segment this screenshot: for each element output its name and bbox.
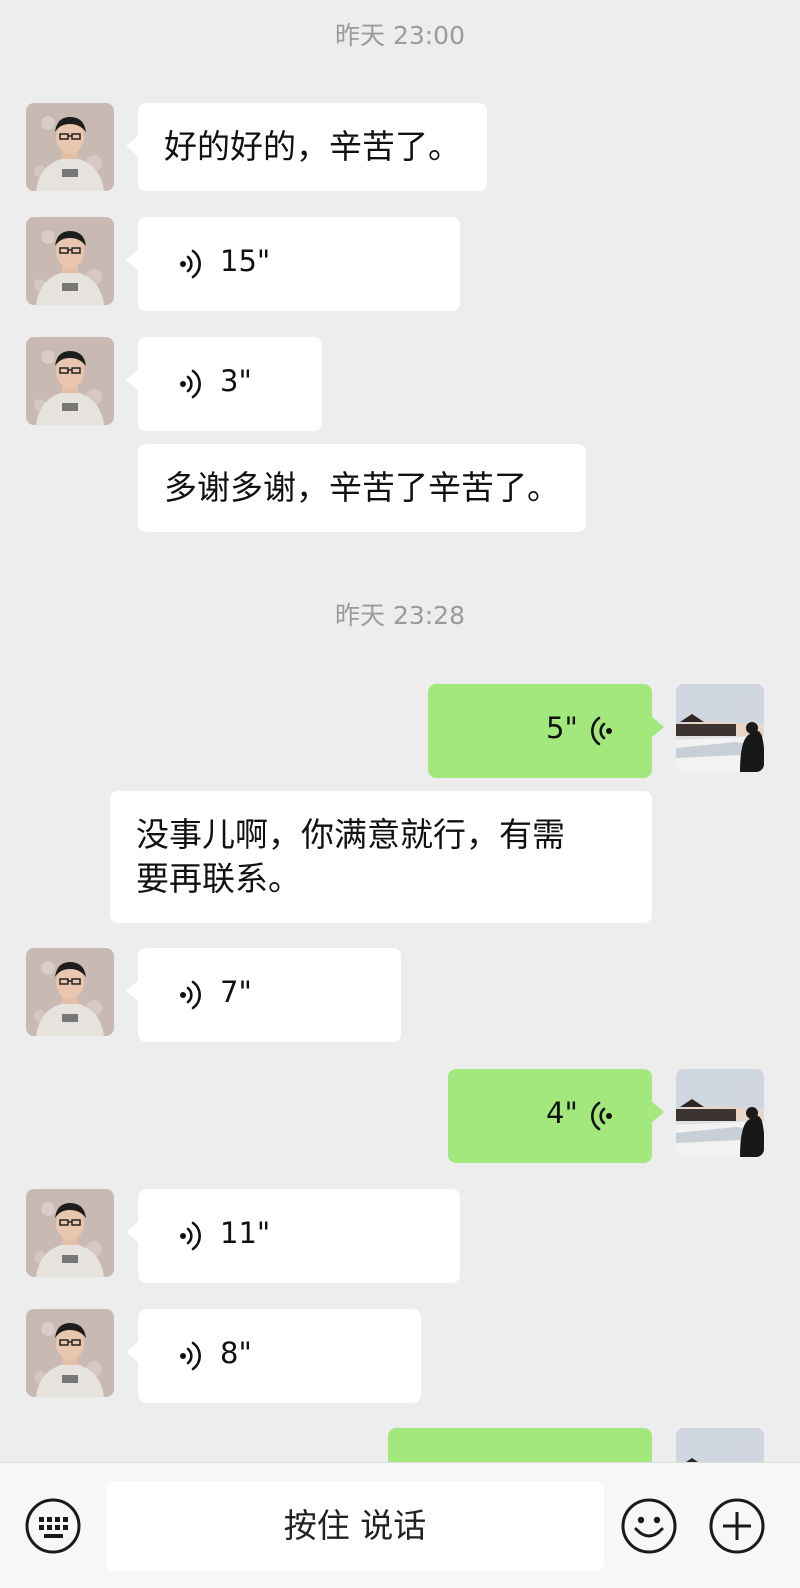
my-avatar[interactable] (676, 1069, 764, 1157)
timestamp: 昨天 23:00 (335, 21, 465, 50)
voice-duration: 15" (220, 244, 271, 278)
voice-duration: 5" (546, 711, 578, 745)
keyboard-icon[interactable] (24, 1497, 82, 1555)
voice-duration: 4" (546, 1096, 578, 1130)
message-bubble[interactable]: 好的好的，辛苦了。 (126, 103, 487, 191)
contact-avatar[interactable] (26, 1189, 114, 1277)
voice-icon (178, 369, 201, 399)
voice-icon (178, 1341, 201, 1371)
message-line: 没事儿啊，你满意就行，有需 (136, 815, 565, 854)
chat-area[interactable]: 昨天 23:00 好的好的，辛苦了。 15" 3" 多谢多谢，辛苦了辛苦了。 昨… (0, 0, 800, 1462)
voice-message[interactable]: 7" (126, 948, 401, 1042)
voice-duration: 7" (220, 975, 252, 1009)
timestamp: 昨天 23:28 (335, 601, 465, 630)
voice-message[interactable]: 3" (126, 337, 322, 431)
voice-message[interactable]: 8" (126, 1309, 421, 1403)
hold-to-talk-button[interactable]: 按住 说话 (106, 1481, 604, 1571)
message-bubble[interactable]: 没事儿啊，你满意就行，有需 要再联系。 (110, 791, 652, 923)
voice-duration: 8" (220, 1336, 252, 1370)
contact-avatar[interactable] (26, 1309, 114, 1397)
contact-avatar[interactable] (26, 337, 114, 425)
voice-icon (178, 249, 201, 279)
voice-message[interactable]: 11" (126, 1189, 460, 1283)
voice-duration: 3" (220, 364, 252, 398)
contact-avatar[interactable] (26, 217, 114, 305)
voice-message-sent-partial[interactable] (388, 1428, 652, 1462)
message-bubble[interactable]: 多谢多谢，辛苦了辛苦了。 (138, 444, 586, 532)
emoji-icon[interactable] (620, 1497, 678, 1555)
voice-icon (178, 980, 201, 1010)
voice-icon (591, 1101, 614, 1131)
input-bar: 按住 说话 (0, 1462, 800, 1588)
voice-message-sent[interactable]: 5" (428, 684, 664, 778)
voice-message[interactable]: 15" (126, 217, 460, 311)
voice-icon (591, 716, 614, 746)
plus-icon[interactable] (708, 1497, 766, 1555)
my-avatar[interactable] (676, 1428, 764, 1462)
contact-avatar[interactable] (26, 948, 114, 1036)
message-line: 要再联系。 (136, 859, 301, 898)
my-avatar[interactable] (676, 684, 764, 772)
voice-icon (178, 1221, 201, 1251)
contact-avatar[interactable] (26, 103, 114, 191)
voice-duration: 11" (220, 1216, 271, 1250)
voice-message-sent[interactable]: 4" (448, 1069, 664, 1163)
